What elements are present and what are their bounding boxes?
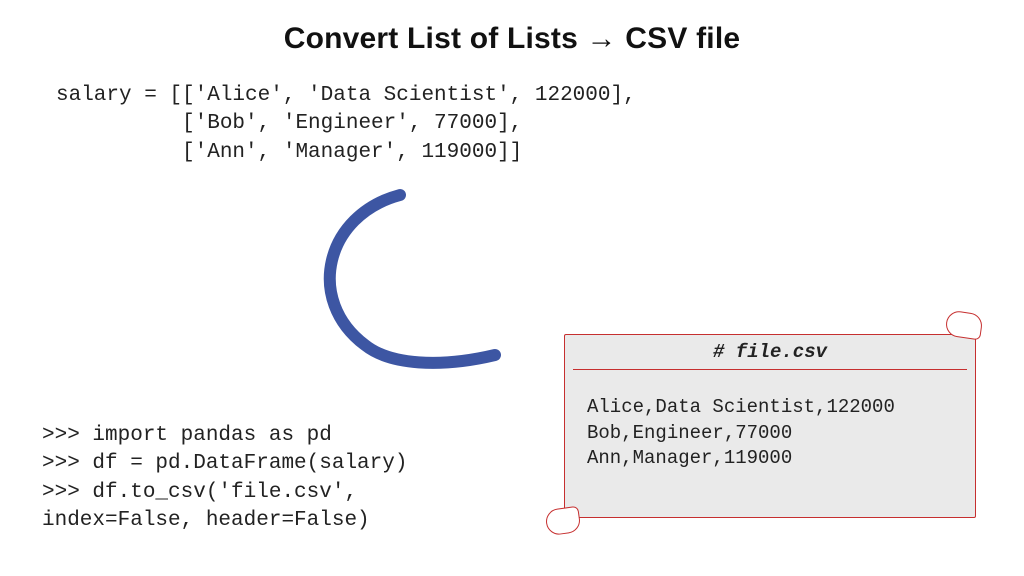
python-repl-code: >>> import pandas as pd >>> df = pd.Data… [42,422,407,535]
python-source-code: salary = [['Alice', 'Data Scientist', 12… [56,82,636,167]
csv-file-content: Alice,Data Scientist,122000 Bob,Engineer… [587,395,965,472]
csv-file-panel: # file.csv Alice,Data Scientist,122000 B… [550,320,980,528]
scroll-body: # file.csv Alice,Data Scientist,122000 B… [564,334,976,518]
divider [573,369,967,370]
slide-title: Convert List of Lists → CSV file [0,22,1024,56]
title-text-post: CSV file [625,22,740,55]
curved-arrow-icon [280,180,530,400]
title-text-pre: Convert List of Lists [284,22,578,55]
arrow-right-icon: → [587,22,617,56]
csv-file-header: # file.csv [565,341,975,363]
slide-stage: Convert List of Lists → CSV file salary … [0,0,1024,576]
scroll-curl-bottom-icon [544,506,581,536]
